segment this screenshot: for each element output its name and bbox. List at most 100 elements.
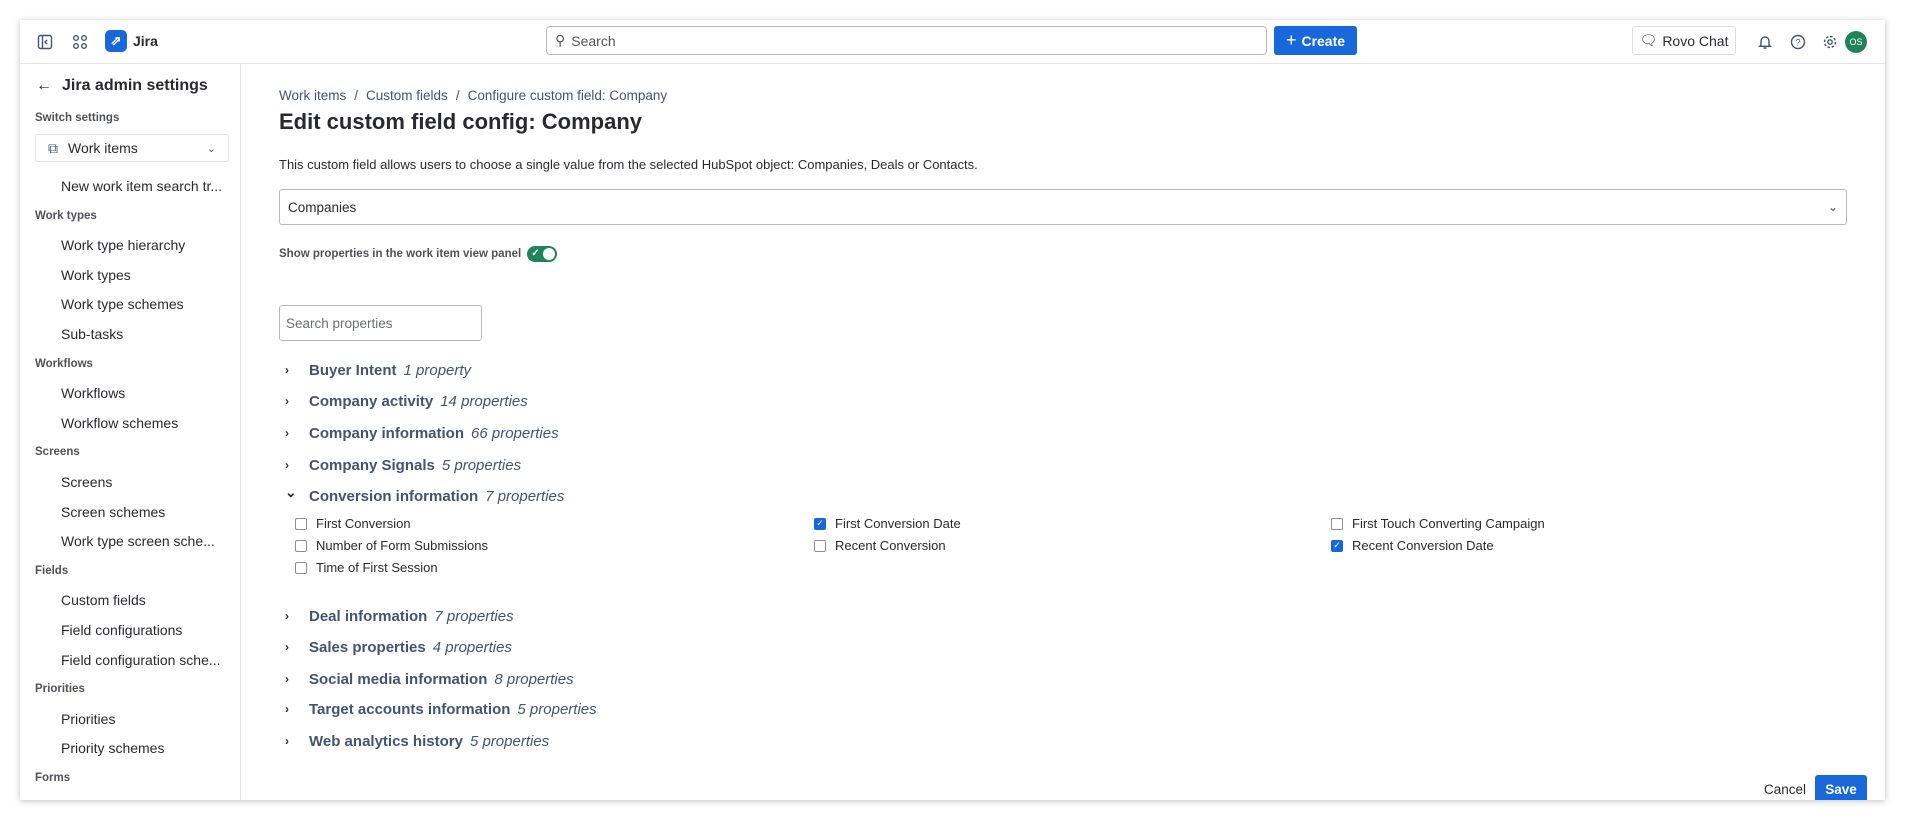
property-label: First Conversion Date: [835, 516, 961, 531]
breadcrumb-item[interactable]: Work items: [279, 88, 346, 103]
property-label: First Touch Converting Campaign: [1352, 516, 1545, 531]
chevron-right-icon: ›: [285, 363, 289, 377]
checkbox[interactable]: [295, 517, 307, 530]
property-checkbox[interactable]: First Touch Converting Campaign: [1331, 516, 1545, 531]
selected-object: Companies: [288, 199, 357, 215]
sidebar-item[interactable]: Work type hierarchy: [20, 231, 241, 261]
hubspot-object-select[interactable]: Companies ⌄: [279, 189, 1847, 225]
top-navigation: ⇗ Jira ⚲ Search + Create 🗨 Rovo Chat ? O…: [20, 20, 1885, 64]
settings-gear-icon[interactable]: [1820, 32, 1840, 52]
sidebar-item[interactable]: Priorities: [20, 705, 241, 735]
breadcrumb-item[interactable]: Custom fields: [366, 88, 448, 103]
group-count: 5 properties: [517, 700, 597, 718]
sidebar-toggle-icon[interactable]: [35, 32, 55, 52]
sidebar-item[interactable]: Sub-tasks: [20, 320, 241, 350]
sidebar-item[interactable]: New work item search tr...: [20, 172, 241, 202]
search-properties-input[interactable]: [279, 305, 482, 341]
show-properties-row: Show properties in the work item view pa…: [279, 246, 558, 262]
property-group[interactable]: ⌄ Conversion information 7 properties: [279, 484, 564, 508]
property-group[interactable]: › Company Signals 5 properties: [279, 453, 521, 477]
group-name: Conversion information: [309, 487, 479, 505]
group-name: Deal information: [309, 607, 428, 625]
sidebar-section-heading: Screens: [35, 446, 80, 459]
checkbox[interactable]: [295, 561, 307, 574]
property-checkbox[interactable]: ✓ Recent Conversion Date: [1331, 538, 1494, 553]
checkbox[interactable]: ✓: [1331, 539, 1343, 552]
property-checkbox[interactable]: ✓ First Conversion Date: [814, 516, 961, 531]
group-name: Sales properties: [309, 638, 426, 656]
property-group[interactable]: › Company activity 14 properties: [279, 389, 528, 413]
search-icon: ⚲: [555, 32, 566, 48]
sidebar-item[interactable]: Work type schemes: [20, 290, 241, 320]
check-icon: ✓: [531, 248, 540, 259]
property-group[interactable]: › Social media information 8 properties: [279, 667, 574, 691]
app-name[interactable]: Jira: [133, 33, 158, 49]
group-count: 5 properties: [469, 732, 550, 750]
sidebar-back-link[interactable]: ← Jira admin settings: [36, 77, 208, 95]
checkbox[interactable]: [295, 539, 307, 552]
group-count: 5 properties: [441, 456, 522, 474]
property-group[interactable]: › Web analytics history 5 properties: [279, 729, 549, 753]
sidebar-item[interactable]: Priority schemes: [20, 734, 241, 764]
sidebar-item[interactable]: Field configuration sche...: [20, 646, 241, 676]
checkbox[interactable]: [814, 539, 826, 552]
group-name: Social media information: [309, 670, 488, 688]
sidebar-item[interactable]: Work types: [20, 261, 241, 291]
svg-text:?: ?: [1795, 38, 1800, 48]
group-count: 1 property: [403, 361, 472, 379]
property-label: Recent Conversion: [835, 538, 946, 553]
property-checkbox[interactable]: Recent Conversion: [814, 538, 946, 553]
property-label: First Conversion: [316, 516, 411, 531]
save-button[interactable]: Save: [1815, 775, 1867, 800]
help-icon[interactable]: ?: [1788, 32, 1808, 52]
chevron-right-icon: ›: [285, 458, 289, 472]
sidebar-section-heading: Workflows: [35, 357, 93, 370]
sidebar-item[interactable]: Custom fields: [20, 586, 241, 616]
switch-settings-dropdown[interactable]: ⧉ Work items ⌄: [35, 134, 229, 162]
sidebar-item[interactable]: Screen schemes: [20, 498, 241, 528]
cancel-button[interactable]: Cancel: [1760, 775, 1810, 800]
property-checkbox[interactable]: First Conversion: [295, 516, 411, 531]
property-group[interactable]: › Buyer Intent 1 property: [279, 358, 471, 382]
property-checkbox[interactable]: Number of Form Submissions: [295, 538, 488, 553]
property-group[interactable]: › Deal information 7 properties: [279, 604, 514, 628]
app-switcher-icon[interactable]: [70, 32, 90, 52]
chevron-down-icon: ⌄: [1827, 200, 1838, 214]
rovo-chat-button[interactable]: 🗨 Rovo Chat: [1632, 26, 1736, 55]
arrow-left-icon: ←: [36, 77, 52, 94]
property-group[interactable]: › Company information 66 properties: [279, 421, 559, 445]
group-name: Company activity: [309, 392, 434, 410]
sidebar-section-heading: Work types: [35, 209, 97, 222]
sidebar-item[interactable]: Workflow schemes: [20, 409, 241, 439]
sidebar-item[interactable]: Work type screen sche...: [20, 527, 241, 557]
sidebar-item[interactable]: Screens: [20, 468, 241, 498]
breadcrumb-item[interactable]: Configure custom field: Company: [468, 88, 668, 103]
search-placeholder: Search: [571, 32, 616, 49]
chevron-right-icon: ›: [285, 609, 289, 623]
chevron-right-icon: ›: [285, 702, 289, 716]
property-label: Time of First Session: [316, 560, 438, 575]
switch-settings-label: Switch settings: [35, 112, 120, 124]
sidebar-item[interactable]: Field configurations: [20, 616, 241, 646]
create-label: Create: [1301, 32, 1346, 49]
plus-icon: +: [1285, 30, 1297, 50]
checkbox[interactable]: ✓: [814, 517, 826, 530]
search-input[interactable]: ⚲ Search: [546, 26, 1267, 55]
sidebar-title: Jira admin settings: [62, 77, 208, 94]
property-label: Number of Form Submissions: [316, 538, 488, 553]
checkbox[interactable]: [1331, 517, 1343, 530]
property-group[interactable]: › Target accounts information 5 properties: [279, 697, 597, 721]
work-items-icon: ⧉: [48, 139, 58, 156]
show-properties-toggle[interactable]: ✓: [527, 246, 558, 262]
jira-logo-icon[interactable]: ⇗: [105, 30, 127, 52]
notifications-bell-icon[interactable]: [1755, 32, 1775, 52]
property-group[interactable]: › Sales properties 4 properties: [279, 635, 512, 659]
user-avatar[interactable]: OS: [1845, 31, 1867, 53]
property-checkbox[interactable]: Time of First Session: [295, 560, 438, 575]
sidebar-section-heading: Priorities: [35, 683, 85, 696]
chevron-down-icon: ⌄: [285, 483, 297, 500]
group-count: 66 properties: [471, 424, 559, 442]
chevron-right-icon: ›: [285, 426, 289, 440]
sidebar-item[interactable]: Workflows: [20, 379, 241, 409]
create-button[interactable]: + Create: [1274, 26, 1357, 55]
